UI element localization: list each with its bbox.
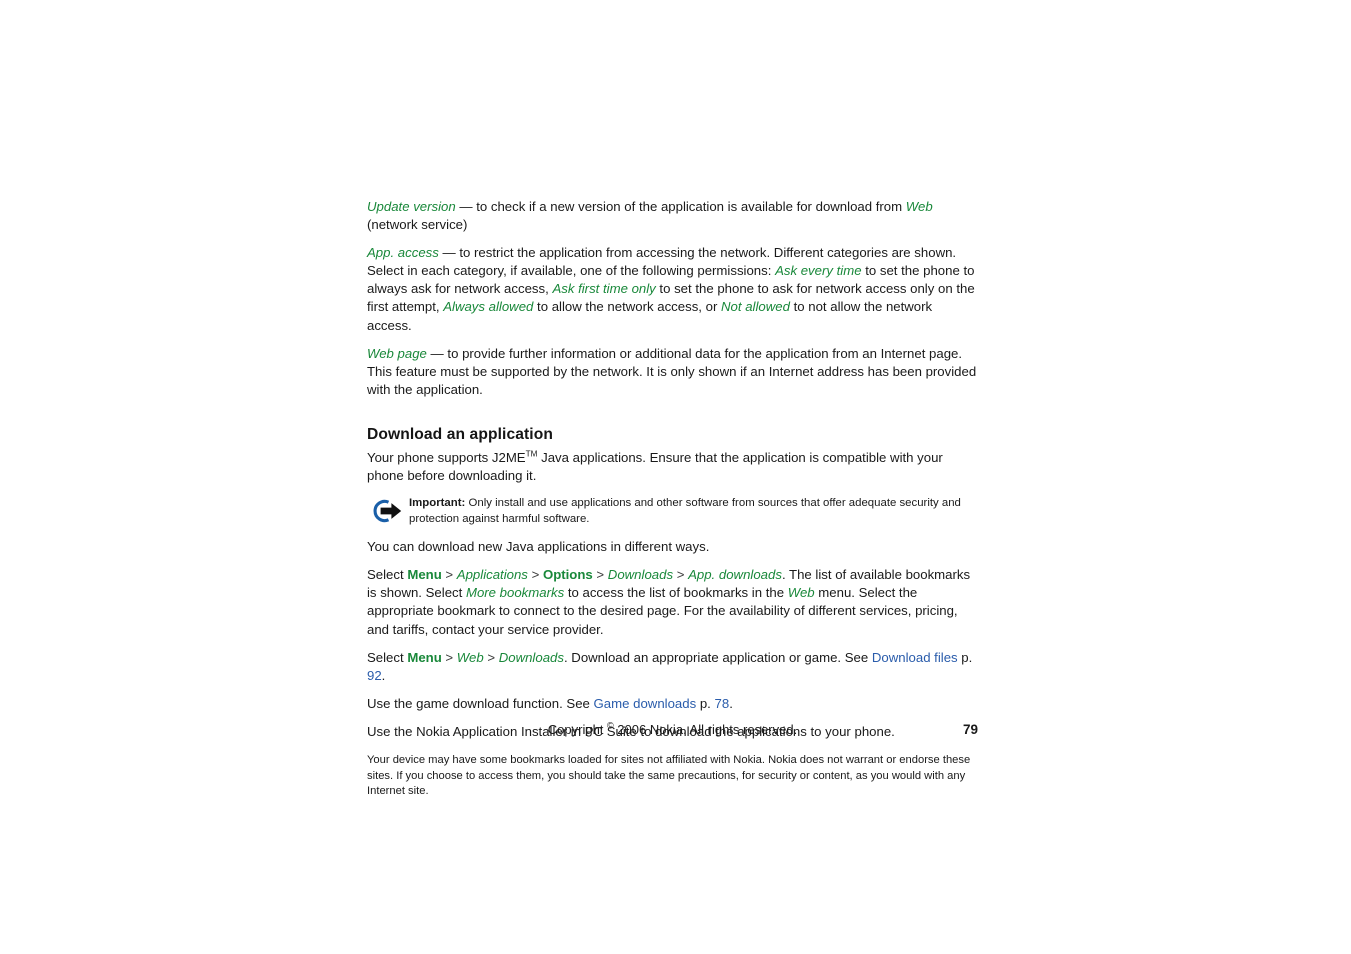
select-word: Select <box>367 567 408 583</box>
page-number: 79 <box>962 722 978 737</box>
path-separator: > <box>483 649 499 665</box>
important-note: Important: Only install and use applicat… <box>367 496 978 528</box>
paragraph-path-applications: Select Menu > Applications > Options > D… <box>367 566 978 638</box>
cross-reference-download-files[interactable]: Download files <box>872 650 958 665</box>
menu-item-web[interactable]: Web <box>788 585 815 600</box>
cross-reference-page-78[interactable]: 78 <box>715 696 730 711</box>
page-footer: Copyright © 2006 Nokia. All rights reser… <box>367 720 978 737</box>
path-separator: > <box>441 567 457 583</box>
page-title: Download an application <box>367 425 553 443</box>
important-text: Only install and use applications and ot… <box>409 497 961 525</box>
menu-item-options[interactable]: Options <box>543 567 593 582</box>
section-download-an-application: Download an application Your phone suppo… <box>367 425 978 800</box>
option-not-allowed: Not allowed <box>721 299 790 315</box>
option-always-allowed: Always allowed <box>443 299 534 315</box>
paragraph-disclaimer: Your device may have some bookmarks load… <box>367 753 971 798</box>
cross-reference-page-92[interactable]: 92 <box>367 668 382 683</box>
term-web: Web <box>905 199 933 214</box>
term-update-version: Update version <box>367 199 456 214</box>
text-after-web-link: (network service) <box>367 217 468 233</box>
dash: — <box>438 245 460 261</box>
menu-item-downloads[interactable]: Downloads <box>608 567 673 582</box>
menu-item-app-downloads[interactable]: App. downloads <box>688 567 782 582</box>
paragraph-game-download: Use the game download function. See Game… <box>367 695 978 713</box>
important-label: Important: <box>409 497 466 510</box>
page-ref-label: p. <box>957 649 973 665</box>
app-access-text-4: to allow the network access, or <box>533 299 722 315</box>
term-app-access: App. access <box>367 245 439 261</box>
important-arrow-icon <box>367 496 409 528</box>
path2-text: . Download an appropriate application or… <box>563 649 872 665</box>
menu-item-downloads[interactable]: Downloads <box>499 650 564 665</box>
path-separator: > <box>592 567 608 583</box>
period: . <box>729 695 733 711</box>
path1-text-2: to access the list of bookmarks in the <box>564 585 788 601</box>
menu-item-applications[interactable]: Applications <box>457 567 528 582</box>
menu-item-more-bookmarks[interactable]: More bookmarks <box>466 585 564 600</box>
option-ask-first-time-only: Ask first time only <box>552 281 656 297</box>
paragraph-web-page: Web page — to provide further informatio… <box>367 345 978 399</box>
paragraph-app-access: App. access — to restrict the applicatio… <box>367 244 978 334</box>
path-separator: > <box>441 649 457 665</box>
menu-item-web[interactable]: Web <box>457 650 484 665</box>
trademark-symbol: TM <box>525 449 538 459</box>
dash: — <box>426 345 448 361</box>
paragraph-update-version: Update version — to check if a new versi… <box>367 198 978 234</box>
path3-text: Use the game download function. See <box>367 695 594 711</box>
menu-item-menu[interactable]: Menu <box>407 650 441 665</box>
page-content: Update version — to check if a new versi… <box>367 198 978 800</box>
term-web-page: Web page <box>367 345 427 361</box>
copyright-text: Copyright <box>547 722 608 737</box>
page-ref-label: p. <box>696 695 715 711</box>
web-page-text: to provide further information or additi… <box>367 345 977 397</box>
paragraph-intro: Your phone supports J2METM Java applicat… <box>367 449 978 485</box>
dash: — <box>455 199 477 214</box>
important-note-body: Important: Only install and use applicat… <box>409 496 978 527</box>
menu-item-menu[interactable]: Menu <box>407 567 441 582</box>
copyright-rest: 2006 Nokia. All rights reserved. <box>613 722 798 737</box>
intro-text-before-tm: Your phone supports J2ME <box>367 449 526 465</box>
text-before-web-link: to check if a new version of the applica… <box>476 199 906 214</box>
paragraph-path-web-downloads: Select Menu > Web > Downloads. Download … <box>367 649 978 685</box>
select-word: Select <box>367 649 408 665</box>
copyright-notice: Copyright © 2006 Nokia. All rights reser… <box>367 720 978 737</box>
path-separator: > <box>527 567 543 583</box>
period: . <box>381 667 386 683</box>
path-separator: > <box>673 567 689 583</box>
paragraph-ways: You can download new Java applications i… <box>367 539 710 555</box>
cross-reference-game-downloads[interactable]: Game downloads <box>594 696 697 711</box>
copyright-symbol: © <box>607 720 614 731</box>
option-ask-every-time: Ask every time <box>775 263 862 279</box>
